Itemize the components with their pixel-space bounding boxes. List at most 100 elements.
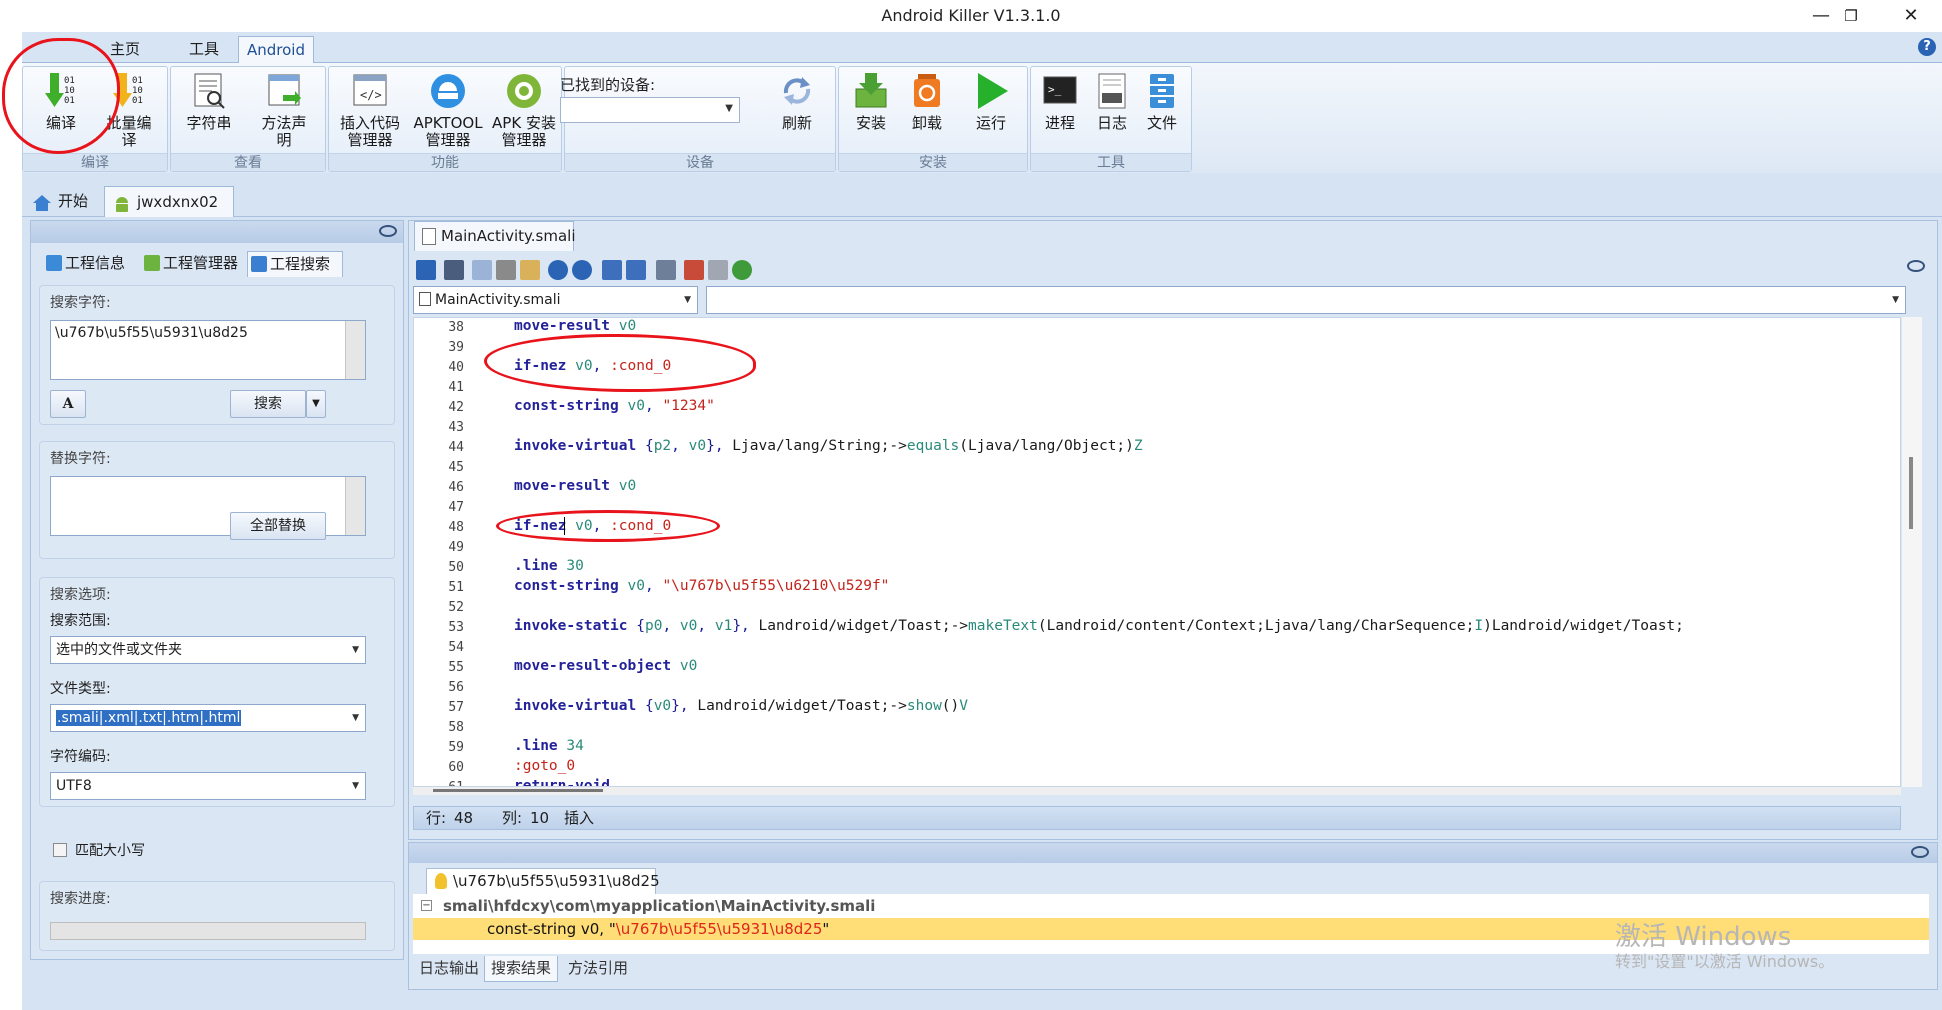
tab-project-label: jwxdxnx02 (137, 193, 219, 211)
file-button[interactable]: 文件 (1137, 71, 1187, 132)
match-case-label: 匹配大小写 (75, 843, 145, 859)
tab-method-references[interactable]: 方法引用 (562, 956, 634, 982)
wrap-icon[interactable] (656, 260, 676, 280)
cut-icon[interactable] (496, 260, 516, 280)
code-token: invoke-virtual (514, 438, 637, 454)
log-button[interactable]: 日志 (1087, 71, 1137, 132)
options-fieldset: 搜索选项: 搜索范围: 选中的文件或文件夹 ▼ 文件类型: .smali|.xml… (39, 577, 395, 807)
code-token: invoke-static (514, 618, 628, 634)
tab-project[interactable]: jwxdxnx02 (104, 186, 234, 217)
row-value: 48 (454, 809, 474, 827)
close-button[interactable]: ✕ (1888, 0, 1934, 32)
refresh-button[interactable]: 刷新 (765, 71, 829, 132)
forward-arrow-icon[interactable] (626, 260, 646, 280)
refresh-icon[interactable] (732, 260, 752, 280)
tab-android[interactable]: Android (238, 36, 314, 63)
install-label: 安装 (855, 114, 886, 132)
code-token: p2 (653, 438, 672, 454)
lock-icon[interactable] (416, 260, 436, 280)
tab-search-result-query[interactable]: \u767b\u5f55\u5931\u8d25 (426, 868, 660, 894)
search-button[interactable]: 搜索 (230, 390, 306, 418)
android-gear-icon (505, 71, 543, 111)
android-icon (144, 255, 160, 271)
replace-input-scrollbar[interactable] (345, 477, 365, 535)
method-decl-icon (265, 71, 303, 111)
window-title: Android Killer V1.3.1.0 (881, 6, 1061, 25)
eye-icon[interactable] (379, 225, 397, 237)
svg-text:</>: </> (360, 88, 382, 102)
scroll-thumb[interactable] (433, 789, 603, 792)
code-line: .line 34 (514, 738, 584, 754)
tab-start[interactable]: 开始 (26, 186, 102, 217)
code-token: v1 (714, 618, 733, 634)
search-dropdown-button[interactable]: ▼ (306, 390, 326, 418)
progress-label: 搜索进度: (50, 891, 111, 907)
method-select[interactable]: ▼ (706, 286, 1906, 314)
font-button[interactable]: A (50, 390, 86, 418)
method-decl-button[interactable]: 方法声明 (251, 71, 317, 149)
tab-mainactivity[interactable]: MainActivity.smali (414, 221, 576, 251)
apk-install-button[interactable]: APK 安装管理器 (487, 71, 561, 149)
save-icon[interactable] (444, 260, 464, 280)
tab-tools[interactable]: 工具 (174, 36, 234, 63)
device-select[interactable]: ▼ (560, 97, 740, 123)
tab-project-search[interactable]: 工程搜索 (247, 251, 343, 277)
paste-icon[interactable] (520, 260, 540, 280)
filetype-select[interactable]: .smali|.xml|.txt|.htm|.html ▼ (50, 704, 366, 732)
result-tab-label: \u767b\u5f55\u5931\u8d25 (453, 872, 660, 890)
install-button[interactable]: 安装 (843, 71, 899, 132)
menu-tab-bar: 主页 工具 Android (22, 33, 1942, 63)
back-arrow-icon[interactable] (602, 260, 622, 280)
editor-toolbar (412, 256, 1912, 284)
java-icon[interactable] (684, 260, 704, 280)
scroll-thumb[interactable] (1909, 457, 1913, 529)
replace-all-button[interactable]: 全部替换 (230, 512, 326, 540)
filetype-value: .smali|.xml|.txt|.htm|.html (56, 710, 242, 726)
eye-icon[interactable] (1911, 846, 1929, 858)
uninstall-button[interactable]: 卸载 (899, 71, 955, 132)
search-input[interactable]: \u767b\u5f55\u5931\u8d25 (50, 320, 366, 380)
code-token: V (959, 698, 968, 714)
insert-code-button[interactable]: </> 插入代码管理器 (333, 71, 407, 149)
tab-project-manager-label: 工程管理器 (163, 254, 239, 272)
tab-project-manager[interactable]: 工程管理器 (141, 251, 245, 277)
search-input-scrollbar[interactable] (345, 321, 365, 379)
tab-log-output[interactable]: 日志输出 (413, 956, 485, 982)
group-label-compile: 编译 (23, 153, 167, 171)
match-case-checkbox[interactable] (53, 843, 67, 857)
tab-search-results[interactable]: 搜索结果 (484, 956, 559, 982)
strings-button[interactable]: 字符串 (177, 71, 241, 132)
tab-start-label: 开始 (58, 192, 89, 210)
editor-horizontal-scrollbar[interactable] (413, 787, 1901, 795)
editor-vertical-scrollbar[interactable] (1902, 317, 1922, 787)
code-token: equals (906, 438, 960, 454)
tab-project-info[interactable]: 工程信息 (43, 251, 139, 277)
undo-icon[interactable] (548, 260, 568, 280)
code-token: v0 (679, 658, 698, 674)
align-icon[interactable] (708, 260, 728, 280)
copy-icon[interactable] (472, 260, 492, 280)
project-search-panel: 工程信息 工程管理器 工程搜索 搜索字符: \u767b\u5f55\u5931… (30, 220, 404, 960)
results-header (409, 843, 1937, 863)
result-file-path[interactable]: smali\hfdcxy\com\myapplication\MainActiv… (413, 896, 875, 916)
editor-status-bar: 行: 48 列: 10 插入 (413, 806, 1901, 830)
process-button[interactable]: >_ 进程 (1035, 71, 1085, 132)
insert-mode: 插入 (564, 809, 595, 827)
apktool-button[interactable]: APKTOOL管理器 (411, 71, 485, 149)
code-token: v0 (653, 698, 672, 714)
encoding-select[interactable]: UTF8 ▼ (50, 772, 366, 800)
run-label: 运行 (975, 114, 1006, 132)
code-token: () (941, 698, 960, 714)
redo-icon[interactable] (572, 260, 592, 280)
file-cabinet-icon (1143, 71, 1181, 111)
svg-text:01: 01 (132, 96, 143, 106)
help-icon[interactable]: ? (1918, 38, 1936, 56)
run-button[interactable]: 运行 (963, 71, 1019, 132)
file-select[interactable]: MainActivity.smali ▼ (413, 286, 698, 314)
restore-button[interactable]: ❐ (1828, 0, 1874, 32)
chevron-down-icon: ▼ (1892, 295, 1899, 305)
activation-watermark-subtitle: 转到"设置"以激活 Windows。 (1615, 952, 1835, 971)
scope-select[interactable]: 选中的文件或文件夹 ▼ (50, 636, 366, 664)
home-icon (32, 192, 52, 222)
